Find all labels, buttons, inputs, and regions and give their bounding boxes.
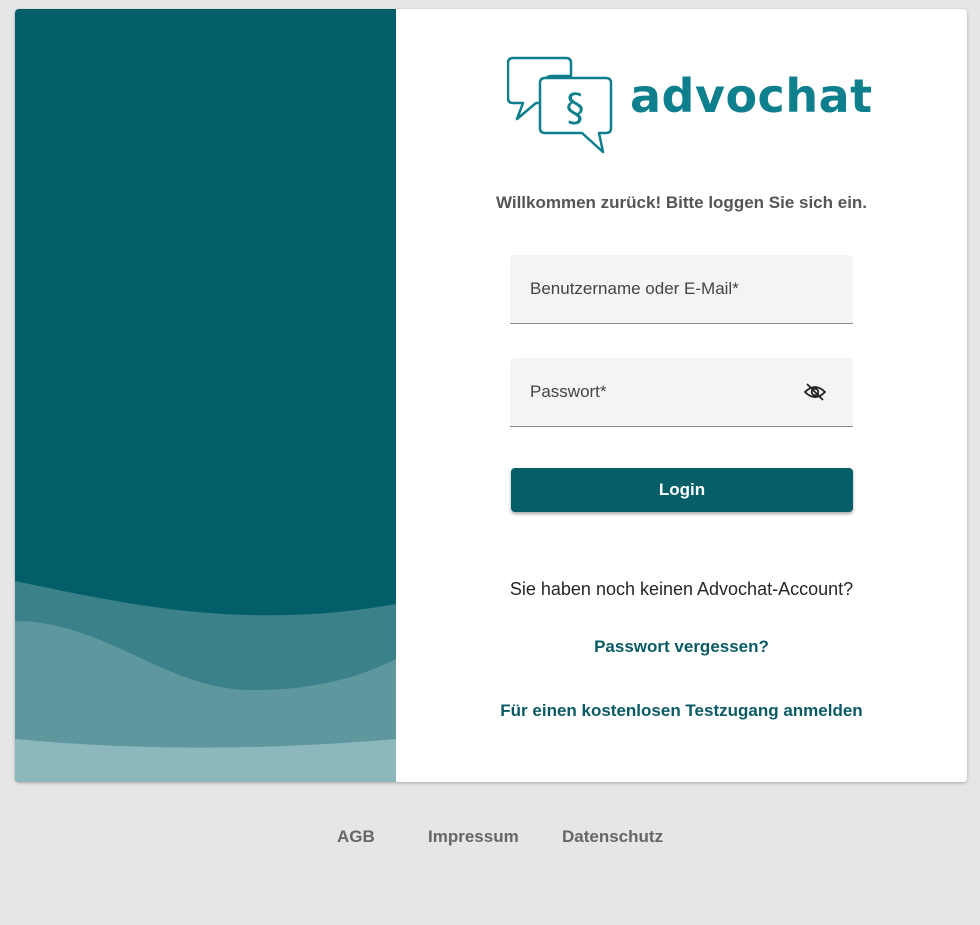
no-account-text: Sie haben noch keinen Advochat-Account? [509,579,854,599]
brand-name: advochat [630,69,873,123]
forgot-password-link[interactable]: Passwort vergessen? [396,637,967,657]
username-label: Benutzername oder E-Mail* [530,279,739,298]
login-panel: § advochat Willkommen zurück! Bitte logg… [396,9,967,782]
footer-datenschutz-link[interactable]: Datenschutz [562,827,663,847]
footer: AGB Impressum Datenschutz [0,827,980,847]
password-label: Passwort* [530,382,607,401]
login-button[interactable]: Login [511,468,853,512]
footer-impressum-link[interactable]: Impressum [428,827,519,847]
logo-paragraph-symbol: § [566,86,585,130]
login-card: § advochat Willkommen zurück! Bitte logg… [15,9,967,782]
eye-off-icon[interactable] [803,382,827,402]
footer-agb-link[interactable]: AGB [337,827,375,847]
username-field[interactable]: Benutzername oder E-Mail* [510,255,853,324]
wave-illustration [15,581,396,782]
password-field[interactable]: Passwort* [510,358,853,427]
welcome-message: Willkommen zurück! Bitte loggen Sie sich… [495,193,868,212]
decorative-wave-panel [15,9,396,782]
trial-signup-link[interactable]: Für einen kostenlosen Testzugang anmelde… [396,701,967,721]
